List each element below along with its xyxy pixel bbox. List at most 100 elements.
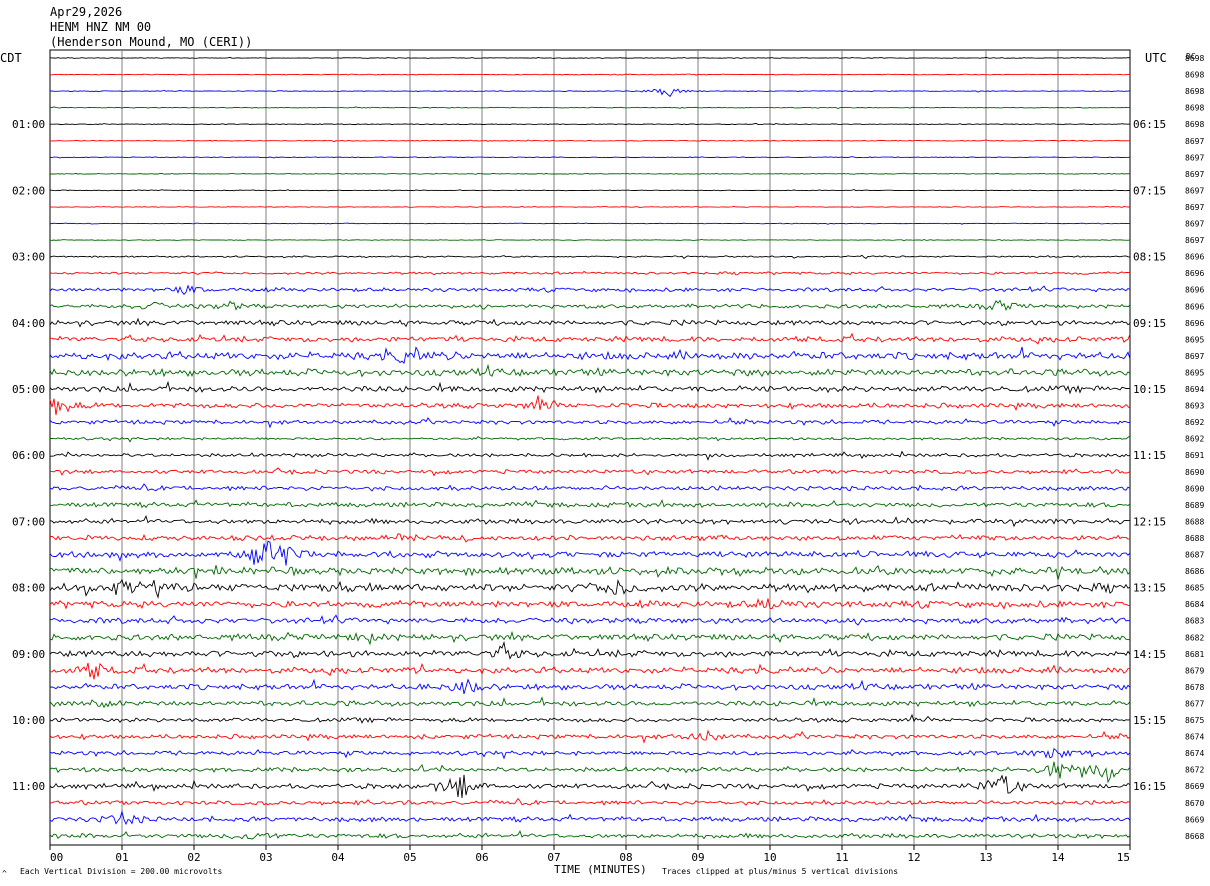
dc-offset-label: 8692 — [1185, 418, 1204, 427]
right-zone-label: UTC — [1145, 51, 1167, 65]
dc-offset-label: 8695 — [1185, 335, 1204, 344]
dc-offset-label: 8690 — [1185, 468, 1204, 477]
dc-offset-label: 8684 — [1185, 600, 1204, 609]
trace-row — [50, 450, 1131, 461]
trace-row — [49, 222, 1131, 225]
dc-offset-label: 8681 — [1185, 650, 1204, 659]
trace-row — [49, 564, 1131, 580]
dc-offset-label: 8669 — [1185, 782, 1204, 791]
trace-row — [49, 284, 1131, 295]
right-time-label: 08:15 — [1133, 251, 1166, 264]
dc-offset-label: 8686 — [1185, 567, 1204, 576]
trace-row — [50, 172, 1131, 175]
trace-row — [49, 156, 1131, 159]
trace-row — [49, 662, 1131, 680]
trace-row — [49, 417, 1131, 429]
trace-row — [49, 332, 1131, 345]
trace-row — [49, 205, 1131, 209]
dc-offset-label: 8694 — [1185, 385, 1204, 394]
trace-row — [49, 696, 1131, 709]
trace-row — [49, 317, 1131, 328]
trace-row — [49, 630, 1131, 646]
dc-offset-labels: 8698 8698 8698 8698 8698 8697 8697 8697 8697 8697… — [1185, 54, 1204, 841]
dc-offset-label: 8678 — [1185, 683, 1204, 692]
corner-mark: ^ — [2, 869, 7, 878]
trace-row — [49, 640, 1131, 660]
dc-offset-label: 8670 — [1185, 799, 1204, 808]
trace-row — [49, 774, 1131, 798]
dc-offset-label: 8672 — [1185, 766, 1204, 775]
trace-row — [49, 56, 1131, 59]
dc-offset-label: 8696 — [1185, 269, 1204, 278]
left-time-label: 11:00 — [12, 780, 45, 793]
dc-offset-label: 8697 — [1185, 203, 1204, 212]
plot-frame — [49, 49, 1131, 846]
dc-offset-label: 8698 — [1185, 120, 1204, 129]
x-tick-label: 01 — [115, 851, 128, 864]
trace-row — [50, 122, 1131, 126]
helicorder-chart: Apr29,2026 HENM HNZ NM 00 (Henderson Mou… — [0, 5, 1204, 878]
grid — [49, 49, 1131, 846]
trace-row — [49, 830, 1131, 840]
dc-offset-label: 8692 — [1185, 435, 1204, 444]
trace-row — [49, 578, 1131, 600]
left-time-label: 04:00 — [12, 317, 45, 330]
dc-offset-label: 8682 — [1185, 633, 1204, 642]
trace-row — [49, 239, 1131, 242]
dc-offset-label: 8677 — [1185, 699, 1204, 708]
dc-offset-label: 8697 — [1185, 137, 1204, 146]
trace-row — [49, 809, 1131, 826]
dc-offset-label: 8669 — [1185, 815, 1204, 824]
left-zone-label: CDT — [0, 51, 22, 65]
dc-offset-label: 8687 — [1185, 551, 1204, 560]
trace-row — [49, 254, 1131, 259]
dc-offset-label: 8698 — [1185, 71, 1204, 80]
dc-offset-label: 8674 — [1185, 749, 1204, 758]
dc-offset-label: 8696 — [1185, 319, 1204, 328]
dc-offset-label: 8674 — [1185, 733, 1204, 742]
right-time-label: 14:15 — [1133, 648, 1166, 661]
trace-row — [49, 499, 1131, 509]
x-tick-label: 12 — [907, 851, 920, 864]
left-time-label: 10:00 — [12, 714, 45, 727]
right-time-labels: 06:15 07:15 08:15 09:15 10:15 11:15 12:15 13:15… — [1133, 118, 1166, 793]
right-time-label: 11:15 — [1133, 449, 1166, 462]
left-time-label: 02:00 — [12, 184, 45, 197]
trace-row — [49, 73, 1131, 76]
x-tick-label: 11 — [835, 851, 848, 864]
x-tick-label: 04 — [331, 851, 345, 864]
x-axis-ticks: 00 01 02 03 04 05 06 07 08 09 10 11 12 13 14 15 — [49, 845, 1131, 864]
dc-offset-label: 8698 — [1185, 54, 1204, 63]
x-tick-label: 05 — [403, 851, 416, 864]
trace-row — [49, 515, 1130, 528]
left-time-label: 07:00 — [12, 515, 45, 528]
trace-row — [49, 363, 1131, 378]
dc-offset-label: 8685 — [1185, 584, 1204, 593]
trace-row — [49, 614, 1131, 626]
trace-row — [49, 189, 1131, 192]
x-tick-label: 14 — [1051, 851, 1065, 864]
left-time-labels: 01:00 02:00 03:00 04:00 05:00 06:00 07:00 08:00… — [12, 118, 45, 793]
left-time-label: 09:00 — [12, 648, 45, 661]
dc-offset-label: 8697 — [1185, 186, 1204, 195]
dc-offset-label: 8689 — [1185, 501, 1204, 510]
right-time-label: 09:15 — [1133, 317, 1166, 330]
right-time-label: 15:15 — [1133, 714, 1166, 727]
dc-offset-label: 8696 — [1185, 302, 1204, 311]
trace-row — [49, 380, 1131, 395]
dc-offset-label: 8675 — [1185, 716, 1204, 725]
trace-row — [49, 597, 1131, 610]
header-location: (Henderson Mound, MO (CERI)) — [50, 35, 252, 49]
trace-row — [49, 713, 1131, 724]
traces — [49, 56, 1131, 840]
dc-offset-label: 8688 — [1185, 517, 1204, 526]
dc-offset-label: 8691 — [1185, 451, 1204, 460]
dc-offset-label: 8696 — [1185, 286, 1204, 295]
dc-offset-label: 8688 — [1185, 534, 1204, 543]
trace-row — [49, 533, 1131, 543]
header-date: Apr29,2026 — [50, 5, 122, 19]
dc-offset-label: 8698 — [1185, 104, 1204, 113]
x-tick-label: 13 — [979, 851, 992, 864]
x-tick-label: 06 — [475, 851, 488, 864]
dc-offset-label: 8697 — [1185, 170, 1204, 179]
